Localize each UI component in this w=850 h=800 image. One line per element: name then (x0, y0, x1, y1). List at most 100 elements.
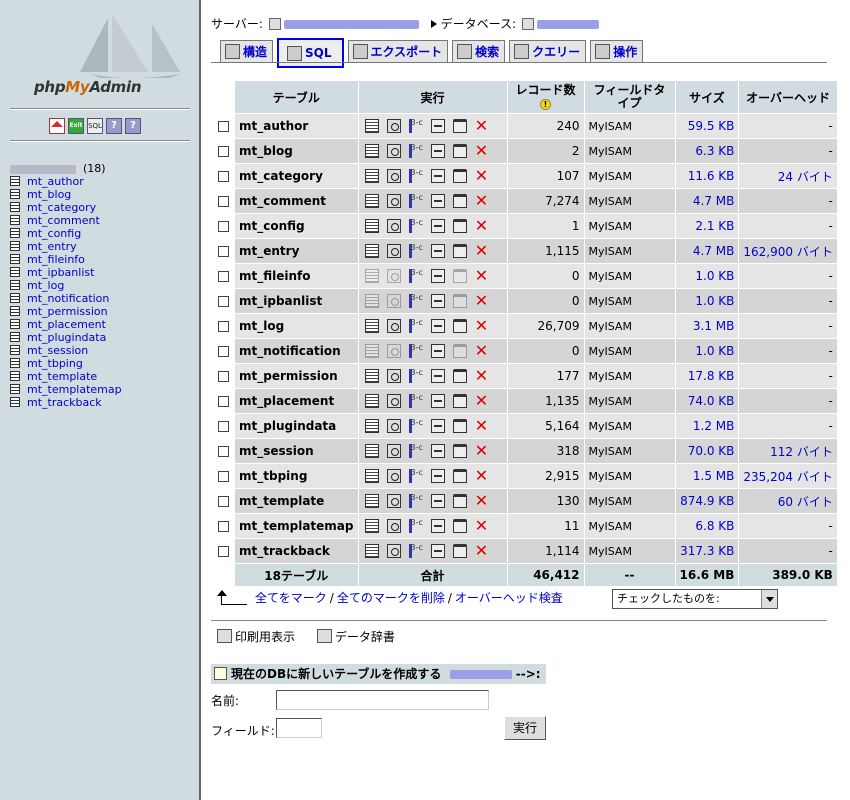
select-icon[interactable] (386, 119, 401, 134)
structure-icon[interactable] (430, 244, 445, 259)
row-checkbox[interactable] (217, 321, 229, 332)
info-icon[interactable]: ! (540, 99, 551, 110)
table-name[interactable]: mt_comment (235, 189, 358, 213)
insert-icon[interactable] (408, 218, 423, 234)
structure-icon[interactable] (430, 419, 445, 434)
insert-icon[interactable] (408, 393, 423, 409)
browse-table-icon[interactable] (10, 384, 20, 394)
empty-table-icon[interactable] (452, 244, 467, 259)
table-name[interactable]: mt_template (235, 489, 358, 513)
table-size-link[interactable]: 2.1 KB (675, 214, 739, 238)
structure-icon[interactable] (430, 269, 445, 284)
uncheck-all-link[interactable]: 全てのマークを削除 (337, 591, 445, 605)
insert-icon[interactable] (408, 193, 423, 209)
sidebar-table-link[interactable]: mt_config (27, 227, 81, 240)
table-name[interactable]: mt_session (235, 439, 358, 463)
insert-icon[interactable] (408, 543, 423, 559)
tab-sql[interactable]: SQL (277, 38, 344, 68)
table-size-link[interactable]: 1.2 MB (675, 414, 739, 438)
drop-icon[interactable]: ✕ (475, 143, 489, 159)
table-size-link[interactable]: 70.0 KB (675, 439, 739, 463)
table-size-link[interactable]: 1.0 KB (675, 289, 739, 313)
database-name[interactable]: (18) (10, 162, 106, 175)
create-go-button[interactable]: 実行 (504, 716, 546, 740)
with-selected-dropdown[interactable]: チェックしたものを: (612, 589, 778, 609)
sidebar-table-link[interactable]: mt_trackback (27, 396, 102, 409)
drop-icon[interactable]: ✕ (475, 243, 489, 259)
select-icon[interactable] (386, 244, 401, 259)
table-name[interactable]: mt_trackback (235, 539, 358, 563)
browse-table-icon[interactable] (10, 228, 20, 238)
sidebar-table-link[interactable]: mt_plugindata (27, 331, 106, 344)
tab-operations[interactable]: 操作 (590, 40, 644, 62)
row-checkbox[interactable] (217, 346, 229, 357)
browse-table-icon[interactable] (10, 293, 20, 303)
browse-icon[interactable] (364, 119, 379, 134)
table-name[interactable]: mt_placement (235, 389, 358, 413)
empty-table-icon[interactable] (452, 119, 467, 134)
structure-icon[interactable] (430, 544, 445, 559)
help-icon[interactable]: ? (106, 118, 122, 134)
browse-table-icon[interactable] (10, 358, 20, 368)
redacted-database-name[interactable] (536, 20, 599, 29)
browse-icon[interactable] (364, 494, 379, 509)
sidebar-table-link[interactable]: mt_comment (27, 214, 100, 227)
empty-table-icon[interactable] (452, 519, 467, 534)
sql-icon[interactable]: SQL (87, 118, 103, 134)
empty-table-icon[interactable] (452, 494, 467, 509)
insert-icon[interactable] (408, 418, 423, 434)
table-size-link[interactable]: 6.8 KB (675, 514, 739, 538)
browse-table-icon[interactable] (10, 189, 20, 199)
empty-table-icon[interactable] (452, 144, 467, 159)
sidebar-table-link[interactable]: mt_log (27, 279, 64, 292)
table-name[interactable]: mt_permission (235, 364, 358, 388)
empty-table-icon[interactable] (452, 319, 467, 334)
overhead[interactable]: 112 バイト (739, 439, 837, 463)
insert-icon[interactable] (408, 118, 423, 134)
table-size-link[interactable]: 74.0 KB (675, 389, 739, 413)
table-size-link[interactable]: 6.3 KB (675, 139, 739, 163)
drop-icon[interactable]: ✕ (475, 318, 489, 334)
table-size-link[interactable]: 1.5 MB (675, 464, 739, 488)
row-checkbox[interactable] (217, 146, 229, 157)
select-icon[interactable] (386, 169, 401, 184)
row-checkbox[interactable] (217, 521, 229, 532)
browse-table-icon[interactable] (10, 176, 20, 186)
insert-icon[interactable] (408, 468, 423, 484)
sidebar-table-link[interactable]: mt_category (27, 201, 96, 214)
insert-icon[interactable] (408, 318, 423, 334)
select-icon[interactable] (386, 319, 401, 334)
select-icon[interactable] (386, 394, 401, 409)
home-icon[interactable] (49, 118, 65, 134)
row-checkbox[interactable] (217, 546, 229, 557)
row-checkbox[interactable] (217, 421, 229, 432)
sidebar-table-link[interactable]: mt_permission (27, 305, 108, 318)
table-name[interactable]: mt_templatemap (235, 514, 358, 538)
row-checkbox[interactable] (217, 296, 229, 307)
empty-table-icon[interactable] (452, 194, 467, 209)
select-icon[interactable] (386, 219, 401, 234)
table-name[interactable]: mt_tbping (235, 464, 358, 488)
structure-icon[interactable] (430, 519, 445, 534)
table-name-input[interactable] (276, 690, 489, 710)
browse-table-icon[interactable] (10, 280, 20, 290)
table-size-link[interactable]: 874.9 KB (675, 489, 739, 513)
browse-table-icon[interactable] (10, 306, 20, 316)
structure-icon[interactable] (430, 144, 445, 159)
overhead[interactable]: 235,204 バイト (739, 464, 837, 488)
empty-table-icon[interactable] (452, 544, 467, 559)
row-checkbox[interactable] (217, 121, 229, 132)
row-checkbox[interactable] (217, 271, 229, 282)
insert-icon[interactable] (408, 443, 423, 459)
sidebar-table-link[interactable]: mt_template (27, 370, 97, 383)
row-checkbox[interactable] (217, 171, 229, 182)
empty-table-icon[interactable] (452, 444, 467, 459)
browse-table-icon[interactable] (10, 345, 20, 355)
structure-icon[interactable] (430, 494, 445, 509)
row-checkbox[interactable] (217, 371, 229, 382)
drop-icon[interactable]: ✕ (475, 343, 489, 359)
tab-query[interactable]: クエリー (509, 40, 587, 62)
insert-icon[interactable] (408, 293, 423, 309)
data-dictionary-link[interactable]: データ辞書 (316, 629, 395, 644)
overhead[interactable]: 162,900 バイト (739, 239, 837, 263)
